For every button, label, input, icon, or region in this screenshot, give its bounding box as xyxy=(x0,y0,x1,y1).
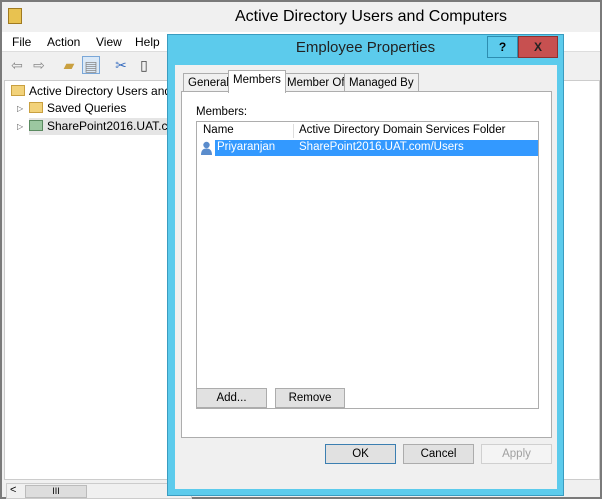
cut-icon[interactable]: ✂ xyxy=(112,56,130,74)
column-divider xyxy=(293,124,294,138)
window-title: Active Directory Users and Computers xyxy=(234,8,508,25)
tree-pane: Active Directory Users and Computers ▷ S… xyxy=(4,80,194,480)
column-name[interactable]: Name xyxy=(203,122,234,139)
expand-icon[interactable]: ▷ xyxy=(17,104,23,113)
tree-item-label: SharePoint2016.UAT.com xyxy=(47,119,185,133)
tab-managed-by[interactable]: Managed By xyxy=(344,73,419,92)
members-panel: Members: Name Active Directory Domain Se… xyxy=(181,91,552,438)
members-label: Members: xyxy=(196,106,248,118)
member-folder: SharePoint2016.UAT.com/Users xyxy=(299,141,464,153)
cancel-button[interactable]: Cancel xyxy=(403,444,474,464)
user-icon xyxy=(201,141,212,155)
tree-item-domain[interactable]: SharePoint2016.UAT.com xyxy=(29,118,185,135)
back-icon[interactable]: ⇦ xyxy=(8,56,26,74)
tree-item-label: Saved Queries xyxy=(47,101,127,115)
members-list[interactable]: Name Active Directory Domain Services Fo… xyxy=(196,121,539,409)
ad-icon xyxy=(11,85,25,96)
remove-button[interactable]: Remove xyxy=(275,388,345,408)
member-name: Priyaranjan xyxy=(217,141,276,153)
add-button[interactable]: Add... xyxy=(196,388,267,408)
menu-file[interactable]: File xyxy=(12,35,31,49)
scroll-left-icon[interactable]: < xyxy=(10,484,16,496)
expand-icon[interactable]: ▷ xyxy=(17,122,23,131)
help-button[interactable]: ? xyxy=(487,36,518,58)
paste-icon[interactable]: ▯ xyxy=(135,56,153,74)
scroll-thumb[interactable]: III xyxy=(25,485,87,498)
close-button[interactable]: X xyxy=(518,36,558,58)
domain-icon xyxy=(29,120,43,131)
folder-icon xyxy=(29,102,43,113)
column-folder[interactable]: Active Directory Domain Services Folder xyxy=(299,122,505,139)
employee-properties-dialog: Employee Properties ? X General Members … xyxy=(167,34,564,496)
ok-button[interactable]: OK xyxy=(325,444,396,464)
table-row[interactable]: Priyaranjan SharePoint2016.UAT.com/Users xyxy=(198,140,538,156)
tab-member-of[interactable]: Member Of xyxy=(282,73,350,92)
menu-view[interactable]: View xyxy=(96,35,122,49)
horizontal-scrollbar[interactable]: < III xyxy=(6,483,192,499)
tree-item-saved-queries[interactable]: Saved Queries xyxy=(29,100,126,117)
apply-button[interactable]: Apply xyxy=(481,444,552,464)
dialog-client: General Members Member Of Managed By Mem… xyxy=(175,65,557,489)
tab-members[interactable]: Members xyxy=(228,70,286,93)
up-folder-icon[interactable]: ▰ xyxy=(60,56,78,74)
menu-action[interactable]: Action xyxy=(47,35,80,49)
show-hide-tree-icon[interactable]: ▤ xyxy=(82,56,100,74)
menu-help[interactable]: Help xyxy=(135,35,160,49)
tab-general[interactable]: General xyxy=(183,73,234,92)
forward-icon[interactable]: ⇨ xyxy=(30,56,48,74)
